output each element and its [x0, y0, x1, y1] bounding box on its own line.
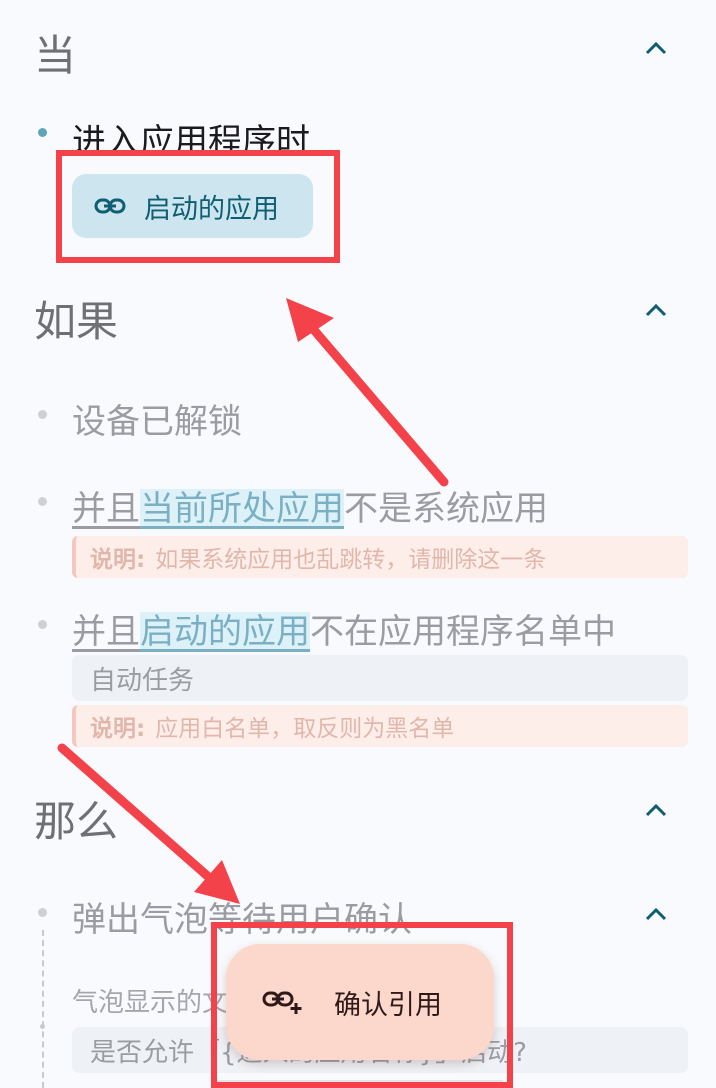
arrow-head-up [286, 298, 334, 342]
annotation-arrows [57, 298, 449, 904]
annotation-arrow-up [309, 325, 449, 487]
annotation-arrow-down [57, 743, 217, 885]
